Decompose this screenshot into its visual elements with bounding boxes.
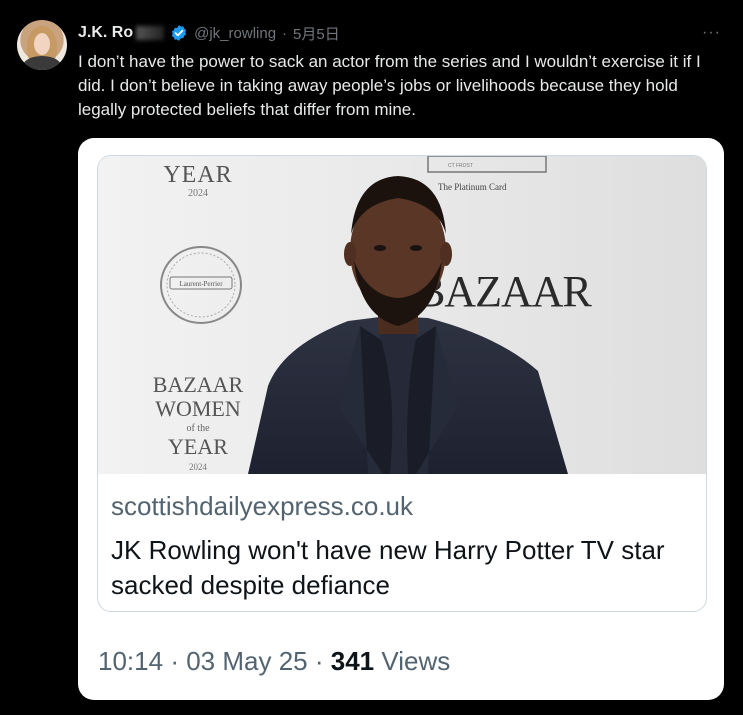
quoted-screenshot-card: YEAR 2024 Laurent-Perrier CT FROST The P…: [78, 138, 724, 700]
separator-dot: ·: [282, 24, 288, 42]
article-image[interactable]: YEAR 2024 Laurent-Perrier CT FROST The P…: [98, 156, 706, 474]
sponsor-name: The Platinum Card: [438, 182, 507, 192]
backdrop-left-women: WOMEN: [155, 396, 241, 421]
meta-separator-1: ·: [170, 646, 179, 676]
tweet-header: J.K. Ro @jk_rowling · 5月5日: [78, 22, 340, 44]
avatar-shoulders: [23, 56, 61, 70]
views-count: 341: [330, 646, 375, 676]
display-name[interactable]: J.K. Ro: [78, 24, 133, 42]
link-preview-card[interactable]: YEAR 2024 Laurent-Perrier CT FROST The P…: [97, 155, 707, 612]
backdrop-year-top: YEAR: [163, 162, 232, 188]
views-label: Views: [381, 646, 451, 676]
backdrop-left-year-number: 2024: [189, 462, 208, 472]
backdrop-bazaar: BAZAAR: [416, 267, 593, 316]
backdrop-left-year: YEAR: [168, 434, 228, 459]
tweet-text: I don’t have the power to sack an actor …: [78, 52, 701, 119]
sponsor-small: CT FROST: [448, 163, 473, 169]
avatar-face: [34, 33, 50, 55]
avatar[interactable]: [17, 20, 67, 70]
user-handle[interactable]: @jk_rowling: [194, 25, 276, 42]
post-date[interactable]: 03 May 25: [186, 646, 307, 676]
tweet-date[interactable]: 5月5日: [293, 23, 340, 44]
meta-separator-2: ·: [314, 646, 324, 676]
tweet-meta: 10:14 · 03 May 25 · 341 Views: [98, 646, 450, 677]
more-options-icon[interactable]: ···: [702, 24, 721, 42]
backdrop-left-bazaar: BAZAAR: [153, 372, 244, 397]
verified-badge-icon: [170, 24, 188, 42]
seal-text: Laurent-Perrier: [179, 280, 223, 288]
backdrop-left-ofthe: of the: [186, 423, 210, 434]
post-time[interactable]: 10:14: [98, 646, 163, 676]
article-domain[interactable]: scottishdailyexpress.co.uk: [111, 491, 413, 522]
article-headline[interactable]: JK Rowling won't have new Harry Potter T…: [111, 533, 671, 603]
backdrop-year-top-number: 2024: [188, 188, 208, 199]
redacted-name-blur: [136, 26, 165, 40]
